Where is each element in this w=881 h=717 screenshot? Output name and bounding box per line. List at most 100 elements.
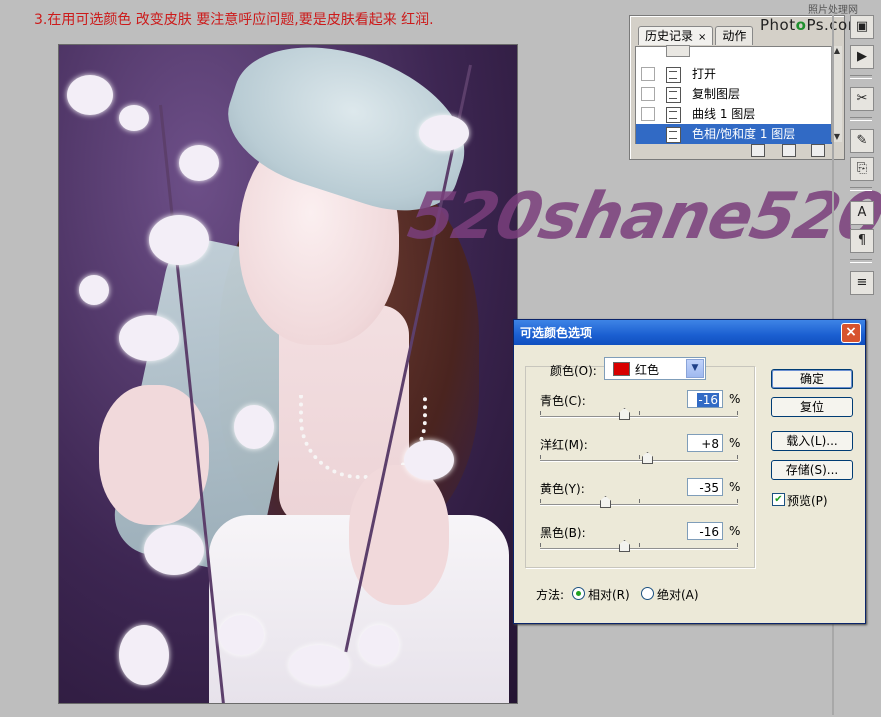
new-document-from-state-icon[interactable] — [751, 144, 765, 157]
method-relative-label[interactable]: 相对(R) — [588, 586, 630, 603]
slider-label-magenta: 洋红(M): — [540, 438, 588, 452]
reset-button[interactable]: 复位 — [771, 397, 853, 417]
black-input[interactable]: -16 — [687, 522, 723, 540]
logo-accent-letter: o — [795, 16, 807, 34]
yellow-input[interactable]: -35 — [687, 478, 723, 496]
history-panel[interactable]: 历史记录 × 动作 打开 复制图层 曲线 1 图层 色相/饱和度 1 图层 ▲ — [629, 15, 845, 160]
character-icon[interactable]: A — [850, 201, 874, 225]
history-state-icon — [666, 87, 681, 103]
history-item-label: 打开 — [692, 67, 717, 81]
ok-button[interactable]: 确定 — [771, 369, 853, 389]
photo-blossom — [234, 405, 274, 449]
photo-blossom — [67, 75, 113, 115]
history-item[interactable]: 打开 — [636, 64, 832, 84]
toolbar-separator — [850, 187, 872, 191]
paragraph-icon[interactable]: ¶ — [850, 229, 874, 253]
color-label: 颜色(O): — [550, 364, 597, 378]
preview-checkbox[interactable]: ✔ — [772, 493, 785, 506]
slider-tick — [639, 499, 640, 503]
tab-history-label: 历史记录 — [645, 29, 694, 43]
percent-unit: % — [729, 392, 741, 406]
tab-actions-label: 动作 — [722, 29, 747, 43]
color-select[interactable]: 红色 ▼ — [604, 357, 706, 380]
preview-label[interactable]: 预览(P) — [787, 492, 828, 509]
photo-blossom — [119, 105, 149, 131]
slider-tick — [540, 455, 541, 459]
close-icon[interactable]: × — [841, 323, 861, 343]
yellow-slider[interactable] — [540, 496, 738, 508]
close-icon[interactable]: × — [698, 32, 706, 43]
brush-icon[interactable]: ✎ — [850, 129, 874, 153]
slider-tick — [737, 455, 738, 459]
history-source-checkbox[interactable] — [641, 87, 655, 101]
save-button[interactable]: 存储(S)... — [771, 460, 853, 480]
tutorial-instruction: 3.在用可选颜色 改变皮肤 要注意呼应问题,要是皮肤看起来 红润. — [34, 12, 434, 28]
play-action-icon[interactable]: ▶ — [850, 45, 874, 69]
selective-color-dialog: 可选颜色选项 × 颜色(O): 红色 ▼ 青色(C): -16 % 洋红(M):… — [513, 319, 866, 624]
photo-blossom — [219, 615, 264, 655]
toolbar-separator — [850, 75, 872, 79]
photo-blossom — [404, 440, 454, 480]
cyan-value: -16 — [697, 393, 719, 407]
history-item[interactable]: 复制图层 — [636, 84, 832, 104]
percent-unit: % — [729, 480, 741, 494]
method-absolute-radio[interactable] — [641, 587, 654, 600]
method-absolute-label[interactable]: 绝对(A) — [657, 586, 699, 603]
photo-blossom — [359, 625, 399, 665]
photo-blossom — [119, 625, 169, 685]
site-name-cn: 照片处理网 — [808, 5, 858, 16]
history-tabs: 历史记录 × 动作 — [638, 26, 754, 45]
toolbar-separator — [850, 259, 872, 263]
method-label: 方法: — [536, 588, 565, 602]
slider-label-cyan: 青色(C): — [540, 394, 586, 408]
clone-stamp-icon[interactable]: ⎘ — [850, 157, 874, 181]
history-source-checkbox[interactable] — [641, 67, 655, 81]
site-logo: PhotoPs.com — [760, 16, 863, 34]
slider-tick — [540, 411, 541, 415]
black-slider[interactable] — [540, 540, 738, 552]
history-item[interactable]: 曲线 1 图层 — [636, 104, 832, 124]
slider-tick — [639, 543, 640, 547]
history-item-selected[interactable]: 色相/饱和度 1 图层 — [636, 124, 832, 144]
magenta-value: +8 — [701, 437, 719, 451]
scroll-up-icon[interactable]: ▲ — [833, 47, 841, 55]
magenta-slider[interactable] — [540, 452, 738, 464]
history-footer — [630, 143, 842, 157]
chevron-down-icon[interactable]: ▼ — [686, 359, 704, 378]
toolbar-separator — [850, 117, 872, 121]
slider-tick — [737, 499, 738, 503]
new-snapshot-icon[interactable] — [782, 144, 796, 157]
slider-track — [540, 416, 738, 418]
info-panel-icon[interactable]: ≡ — [850, 271, 874, 295]
slider-track — [540, 548, 738, 550]
slider-tick — [639, 455, 640, 459]
tab-actions[interactable]: 动作 — [715, 26, 754, 45]
color-swatch — [613, 362, 630, 376]
cyan-input[interactable]: -16 — [687, 390, 723, 408]
snapshot-thumbnail[interactable] — [666, 45, 690, 57]
cyan-slider[interactable] — [540, 408, 738, 420]
method-relative-radio[interactable] — [572, 587, 585, 600]
yellow-value: -35 — [699, 481, 719, 495]
magenta-input[interactable]: +8 — [687, 434, 723, 452]
tools-icon[interactable]: ✂ — [850, 87, 874, 111]
trash-icon[interactable] — [811, 144, 825, 157]
scroll-down-icon[interactable]: ▼ — [833, 133, 841, 141]
history-source-checkbox[interactable] — [641, 127, 655, 141]
photo-blossom — [179, 145, 219, 181]
history-source-checkbox[interactable] — [641, 107, 655, 121]
photo-blossom — [289, 645, 349, 685]
tab-history[interactable]: 历史记录 × — [638, 26, 714, 45]
load-button[interactable]: 载入(L)... — [771, 431, 853, 451]
dialog-title: 可选颜色选项 — [520, 326, 593, 340]
color-select-value: 红色 — [635, 363, 660, 377]
watermark-text: 520shane520 — [402, 180, 881, 254]
slider-track — [540, 460, 738, 462]
slider-label-black: 黑色(B): — [540, 526, 586, 540]
layers-icon[interactable]: ▣ — [850, 15, 874, 39]
photo-blossom — [79, 275, 109, 305]
photo-canvas[interactable] — [58, 44, 518, 704]
slider-tick — [540, 499, 541, 503]
dialog-titlebar[interactable]: 可选颜色选项 × — [514, 320, 865, 345]
history-item-label: 色相/饱和度 1 图层 — [692, 127, 796, 141]
